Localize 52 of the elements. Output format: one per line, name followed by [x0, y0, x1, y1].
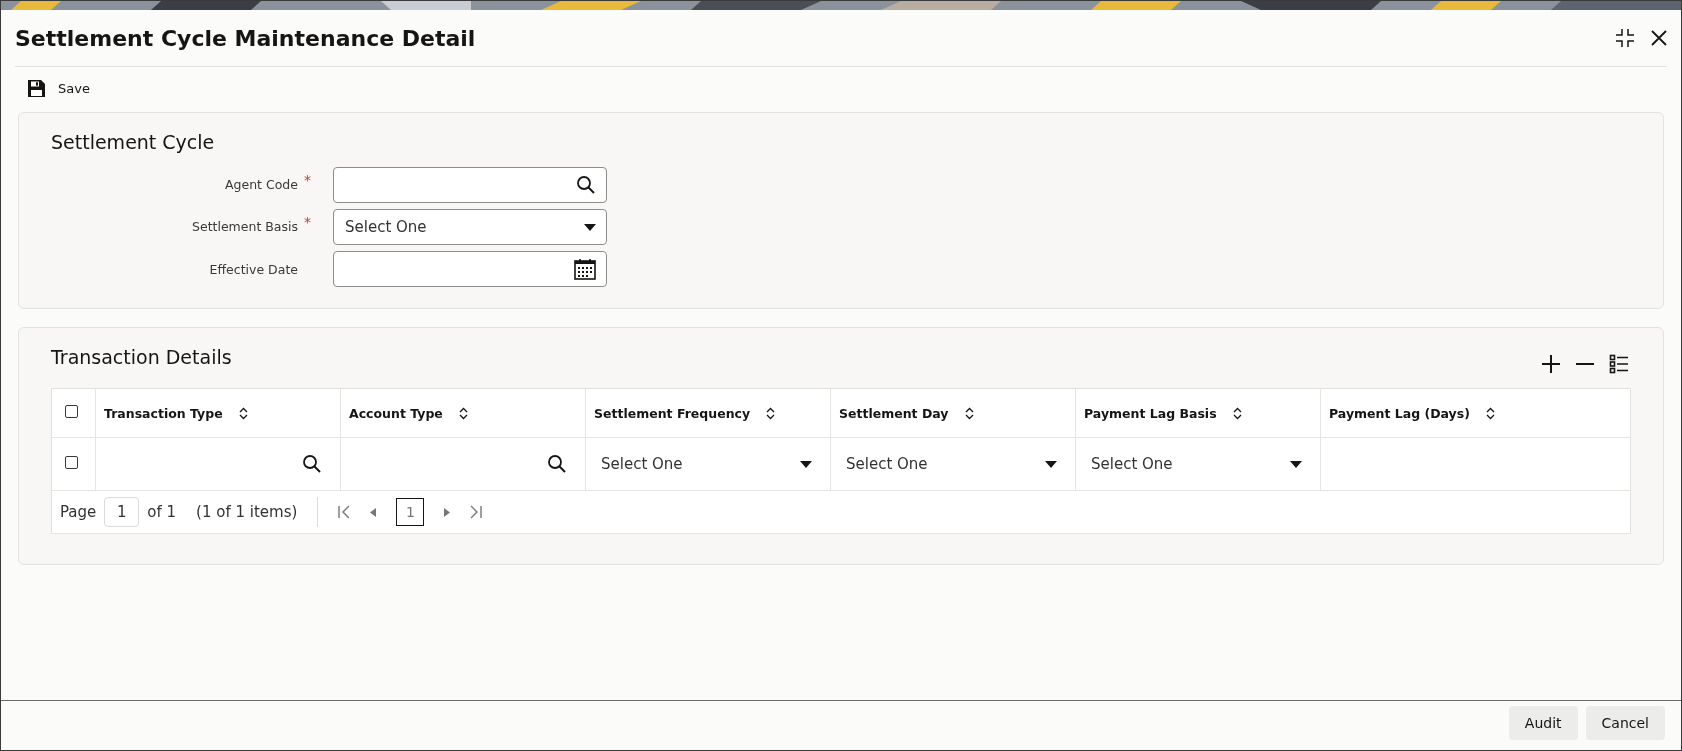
- lookup-field[interactable]: [333, 167, 607, 203]
- checkbox[interactable]: [65, 456, 78, 469]
- current-page[interactable]: 1: [396, 498, 425, 526]
- sort-icon[interactable]: [238, 406, 248, 420]
- page-total: of 1: [147, 503, 177, 521]
- column-header: Settlement Day: [839, 405, 949, 421]
- column-header: Payment Lag Basis: [1084, 405, 1217, 421]
- previous-page-icon[interactable]: [370, 507, 377, 517]
- page-label: Page: [60, 503, 97, 521]
- field-label: Settlement Basis: [192, 219, 298, 235]
- window-title: Settlement Cycle Maintenance Detail: [15, 25, 476, 51]
- select-field[interactable]: Select One: [839, 455, 1067, 473]
- column-header: Account Type: [349, 405, 443, 421]
- calendar-icon[interactable]: [574, 258, 596, 280]
- caret-icon: [800, 460, 812, 468]
- field-label: Agent Code: [225, 177, 298, 193]
- list-icon[interactable]: [1609, 354, 1629, 374]
- caret-icon: [584, 223, 596, 231]
- page-input[interactable]: 1: [104, 497, 140, 527]
- sort-icon[interactable]: [1232, 406, 1242, 420]
- item-count: (1 of 1 items): [196, 503, 298, 521]
- add-icon[interactable]: [1541, 354, 1561, 374]
- sort-icon[interactable]: [766, 406, 776, 420]
- last-page-icon[interactable]: [470, 505, 483, 519]
- save-button[interactable]: Save: [25, 77, 92, 100]
- checkbox[interactable]: [65, 405, 78, 418]
- collapse-icon[interactable]: [1615, 28, 1635, 48]
- select-field[interactable]: Select One: [1084, 455, 1312, 473]
- caret-icon: [1290, 460, 1302, 468]
- sort-icon[interactable]: [458, 406, 468, 420]
- next-page-icon[interactable]: [444, 507, 451, 517]
- sort-icon[interactable]: [964, 406, 974, 420]
- column-header: Transaction Type: [104, 405, 223, 421]
- audit-button[interactable]: Audit: [1508, 706, 1578, 740]
- column-header: Payment Lag (Days): [1329, 405, 1470, 421]
- caret-icon: [1045, 460, 1057, 468]
- date-field[interactable]: [333, 251, 607, 287]
- required-mark: *: [304, 214, 311, 230]
- search-icon[interactable]: [302, 454, 322, 474]
- select-field[interactable]: Select One: [333, 209, 607, 245]
- first-page-icon[interactable]: [338, 505, 351, 519]
- search-icon[interactable]: [576, 175, 596, 195]
- search-icon[interactable]: [547, 454, 567, 474]
- column-header: Settlement Frequency: [594, 405, 751, 421]
- section-title: Transaction Details: [51, 346, 232, 368]
- section-title: Settlement Cycle: [51, 131, 215, 153]
- close-icon[interactable]: [1651, 30, 1667, 46]
- field-label: Effective Date: [209, 261, 298, 277]
- required-mark: *: [304, 172, 311, 188]
- cancel-button[interactable]: Cancel: [1585, 706, 1665, 740]
- select-field[interactable]: Select One: [594, 455, 822, 473]
- sort-icon[interactable]: [1485, 406, 1495, 420]
